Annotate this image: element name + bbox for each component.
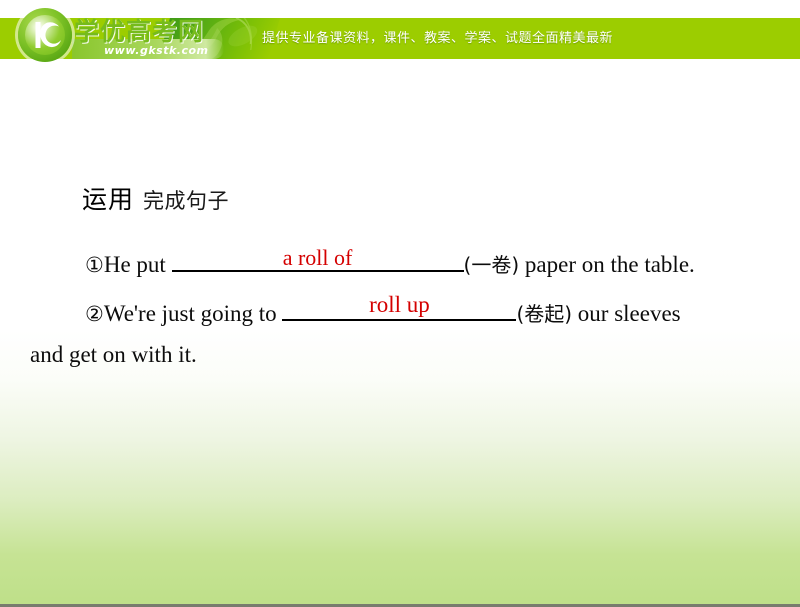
question-1-text-after: paper on the table.: [519, 252, 695, 277]
question-2-text-after: our sleeves: [572, 301, 681, 326]
heading-keyword: 运用: [82, 185, 135, 214]
answer-text-2: roll up: [369, 291, 430, 317]
logo-wordmark: 学优高考网: [74, 17, 205, 46]
question-2-hint: (卷起): [516, 302, 573, 326]
question-number-2: ②: [85, 302, 104, 326]
question-2-text-before: We're just going to: [103, 301, 283, 326]
ic-monogram-icon: [35, 22, 61, 48]
logo-url-text: www.gkstk.com: [104, 44, 209, 57]
question-line-1: ①He put a roll of (一卷) paper on the table…: [85, 245, 695, 277]
heading-subtitle: 完成句子: [143, 189, 230, 213]
question-1-text-before: He put: [103, 252, 172, 277]
answer-blank-1[interactable]: a roll of: [171, 244, 464, 272]
question-2-continuation: and get on with it.: [30, 342, 197, 367]
question-1-hint: (一卷): [463, 253, 520, 277]
question-number-1: ①: [85, 253, 104, 277]
slide-canvas: 提供专业备课资料，课件、教案、学案、试题全面精美最新 学优高考网 www.gks…: [0, 0, 800, 607]
answer-blank-2[interactable]: roll up: [282, 291, 517, 321]
section-heading: 运用 完成句子: [82, 180, 229, 216]
site-logo[interactable]: 学优高考网 www.gkstk.com: [16, 6, 231, 68]
banner-slogan: 提供专业备课资料，课件、教案、学案、试题全面精美最新: [262, 31, 614, 46]
answer-text-1: a roll of: [282, 244, 353, 270]
logo-badge: [18, 8, 72, 62]
question-line-2: ②We're just going to roll up (卷起) our sle…: [85, 292, 681, 326]
